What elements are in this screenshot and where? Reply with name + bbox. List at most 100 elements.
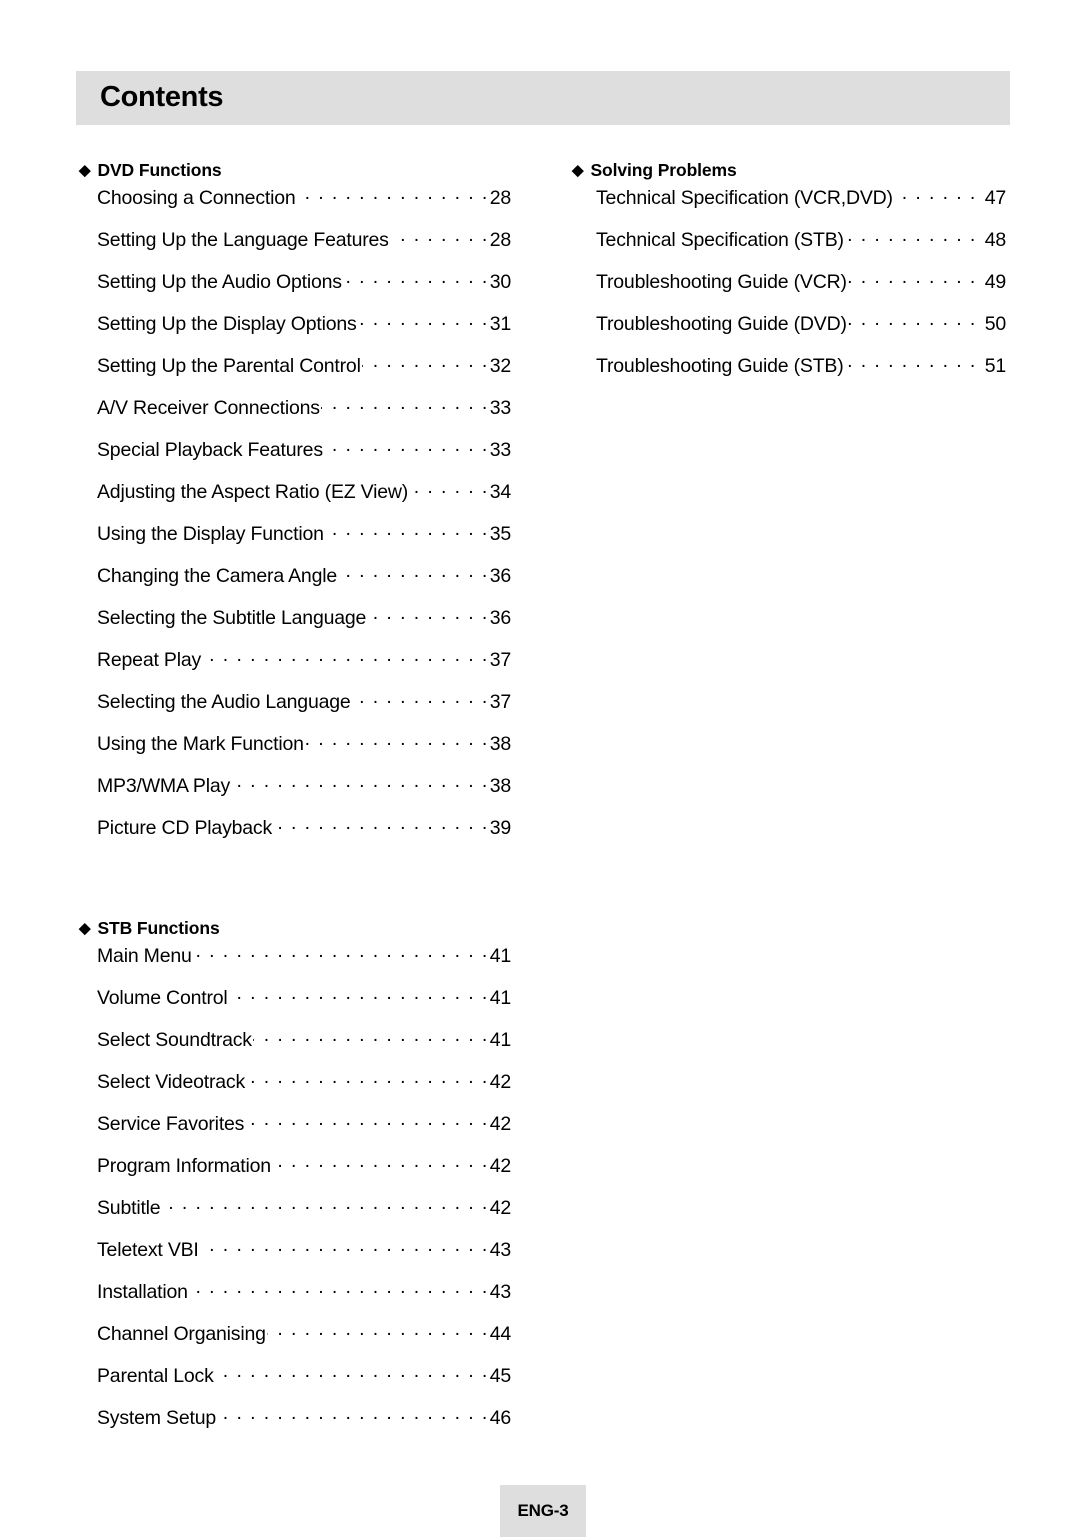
toc-entry-label: MP3/WMA Play [97,774,231,797]
toc-entry[interactable]: Adjusting the Aspect Ratio (EZ View) 34 [79,478,511,520]
toc-entry-page-number: 41 [489,1028,511,1051]
toc-entry-page-number: 38 [489,774,511,797]
toc-entry[interactable]: Special Playback Features 33 [79,436,511,478]
toc-entry[interactable]: Troubleshooting Guide (DVD) 50 [572,310,1006,352]
toc-leader-dots [193,942,489,962]
toc-entry-page-number: 43 [489,1238,511,1261]
toc-entry[interactable]: System Setup 46 [79,1404,511,1446]
toc-leader-dots [161,1194,488,1214]
toc-entry[interactable]: Changing the Camera Angle 36 [79,562,511,604]
toc-leader-dots [848,268,977,288]
toc-entry-page-number: 43 [489,1280,511,1303]
toc-entry[interactable]: Picture CD Playback 39 [79,814,511,856]
toc-column-left: ◆DVD FunctionsChoosing a Connection28Set… [79,160,511,1446]
toc-entry-label: Main Menu [97,944,192,967]
toc-leader-dots [202,646,489,666]
toc-leader-dots [367,604,489,624]
toc-entry-page-number: 37 [489,648,511,671]
toc-entry-label: Setting Up the Language Features [97,228,389,251]
toc-entry-label: Setting Up the Display Options [97,312,357,335]
toc-entry[interactable]: Program Information 42 [79,1152,511,1194]
toc-entry-page-number: 35 [489,522,511,545]
toc-leader-dots [231,772,489,792]
toc-entry-label: Setting Up the Audio Options [97,270,342,293]
toc-entry-page-number: 49 [984,270,1006,293]
toc-entry[interactable]: Using the Mark Function 38 [79,730,511,772]
toc-entry[interactable]: Troubleshooting Guide (STB) 51 [572,352,1006,394]
toc-entry[interactable]: Volume Control 41 [79,984,511,1026]
page-title: Contents [100,80,224,113]
toc-leader-dots [845,226,977,246]
toc-entry-page-number: 47 [984,186,1006,209]
toc-entry-label: Channel Organising [97,1322,266,1345]
toc-leader-dots [253,1026,489,1046]
toc-entry[interactable]: Troubleshooting Guide (VCR) 49 [572,268,1006,310]
toc-section-heading: ◆ STB Functions [79,918,511,942]
toc-entry[interactable]: Select Videotrack 42 [79,1068,511,1110]
toc-entry[interactable]: Setting Up the Language Features 28 [79,226,511,268]
toc-entry-label: Technical Specification (VCR,DVD) [596,186,893,209]
toc-entry[interactable]: Installation 43 [79,1278,511,1320]
toc-entry[interactable]: Setting Up the Parental Control 32 [79,352,511,394]
toc-entry[interactable]: Subtitle 42 [79,1194,511,1236]
toc-entry[interactable]: MP3/WMA Play 38 [79,772,511,814]
diamond-bullet-icon: ◆ [79,162,91,179]
toc-entry-page-number: 28 [489,228,511,251]
toc-entry-label: Using the Mark Function [97,732,304,755]
toc-section-heading: ◆ DVD Functions [79,160,511,184]
toc-entry-page-number: 42 [489,1154,511,1177]
toc-leader-dots [217,1404,489,1424]
toc-section-heading-label: DVD Functions [97,160,222,180]
toc-leader-dots [297,184,489,204]
toc-entry[interactable]: A/V Receiver Connections 33 [79,394,511,436]
toc-entry-label: A/V Receiver Connections [97,396,320,419]
toc-entry-label: Changing the Camera Angle [97,564,337,587]
toc-entry-label: Repeat Play [97,648,202,671]
toc-entry[interactable]: Using the Display Function 35 [79,520,511,562]
toc-entry-label: Subtitle [97,1196,161,1219]
diamond-bullet-icon: ◆ [572,162,584,179]
toc-entry-label: Select Soundtrack [97,1028,252,1051]
toc-leader-dots [409,478,489,498]
toc-entry[interactable]: Selecting the Subtitle Language 36 [79,604,511,646]
toc-entry[interactable]: Teletext VBI 43 [79,1236,511,1278]
toc-entry[interactable]: Select Soundtrack 41 [79,1026,511,1068]
toc-leader-dots [189,1278,489,1298]
toc-leader-dots [200,1236,489,1256]
toc-entry[interactable]: Parental Lock 45 [79,1362,511,1404]
toc-entry-page-number: 37 [489,690,511,713]
toc-leader-dots [358,310,489,330]
toc-entry-page-number: 45 [489,1364,511,1387]
toc-entry-label: Service Favorites [97,1112,245,1135]
toc-entry[interactable]: Channel Organising 44 [79,1320,511,1362]
toc-leader-dots [305,730,489,750]
toc-entry-page-number: 42 [489,1112,511,1135]
toc-entry-page-number: 28 [489,186,511,209]
toc-entry[interactable]: Selecting the Audio Language 37 [79,688,511,730]
toc-leader-dots [267,1320,489,1340]
toc-entry[interactable]: Service Favorites 42 [79,1110,511,1152]
toc-entry-label: Selecting the Audio Language [97,690,351,713]
page-number-label: ENG-3 [517,1501,569,1520]
toc-leader-dots [352,688,489,708]
toc-entry[interactable]: Main Menu 41 [79,942,511,984]
toc-entry-page-number: 36 [489,606,511,629]
toc-entry-label: Troubleshooting Guide (VCR) [596,270,847,293]
toc-section-heading-label: STB Functions [97,918,220,938]
toc-entry[interactable]: Setting Up the Display Options 31 [79,310,511,352]
toc-section-heading: ◆ Solving Problems [572,160,1006,184]
toc-entry[interactable]: Technical Specification (VCR,DVD) 47 [572,184,1006,226]
toc-leader-dots [894,184,977,204]
toc-entry-label: Technical Specification (STB) [596,228,844,251]
toc-entry-label: Using the Display Function [97,522,324,545]
toc-entry-label: Troubleshooting Guide (STB) [596,354,844,377]
toc-entry[interactable]: Choosing a Connection 28 [79,184,511,226]
toc-entry[interactable]: Technical Specification (STB) 48 [572,226,1006,268]
contents-header-bar: Contents [76,71,1010,125]
toc-entry[interactable]: Setting Up the Audio Options 30 [79,268,511,310]
toc-entry[interactable]: Repeat Play 37 [79,646,511,688]
toc-leader-dots [362,352,489,372]
toc-entry-page-number: 48 [984,228,1006,251]
toc-leader-dots [390,226,489,246]
toc-entry-page-number: 51 [984,354,1006,377]
